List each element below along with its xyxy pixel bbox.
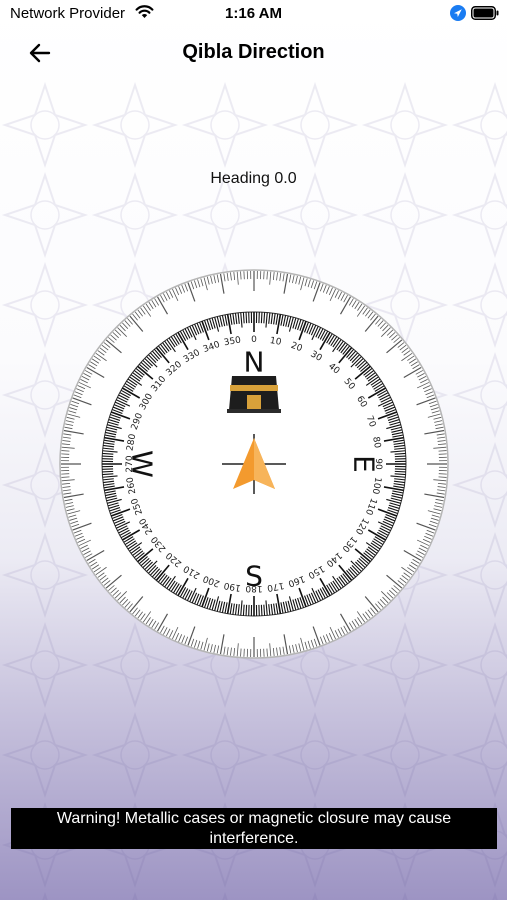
- tick-mark: [240, 271, 242, 280]
- cardinal-south: S: [245, 560, 263, 593]
- status-bar: Network Provider 1:16 AM: [0, 0, 507, 28]
- cardinal-east: E: [348, 455, 381, 473]
- tick-mark: [102, 470, 114, 473]
- tick-mark: [102, 452, 114, 455]
- navigation-bar: Qibla Direction: [0, 32, 507, 74]
- cardinal-west: W: [126, 450, 159, 478]
- tick-mark: [263, 312, 266, 324]
- battery-icon: [471, 6, 499, 20]
- degree-label: 10: [269, 336, 282, 348]
- tick-mark: [260, 312, 263, 324]
- tick-mark: [245, 604, 248, 616]
- cardinal-north: N: [244, 346, 265, 379]
- location-arrow-icon: [450, 5, 466, 21]
- tick-mark: [394, 470, 406, 473]
- tick-mark: [240, 648, 242, 657]
- tick-mark: [102, 473, 114, 476]
- qibla-compass: 0 10 2030405060708090100110120130140150160…: [59, 269, 449, 659]
- tick-mark: [102, 455, 114, 458]
- kaaba-icon: [227, 376, 281, 413]
- tick-mark: [61, 476, 70, 478]
- tick-mark: [263, 604, 266, 616]
- tick-mark: [438, 476, 447, 478]
- interference-warning: Warning! Metallic cases or magnetic clos…: [11, 808, 497, 849]
- tick-mark: [61, 450, 70, 452]
- arrow-left-icon: [29, 43, 51, 63]
- tick-mark: [260, 604, 263, 616]
- tick-mark: [245, 312, 248, 324]
- tick-mark: [266, 648, 268, 657]
- page-title: Qibla Direction: [182, 41, 325, 63]
- back-button[interactable]: [24, 40, 56, 66]
- tick-mark: [394, 452, 406, 455]
- tick-mark: [242, 604, 245, 616]
- tick-mark: [438, 450, 447, 452]
- status-time: 1:16 AM: [225, 5, 282, 22]
- tick-mark: [242, 312, 245, 324]
- heading-readout: Heading 0.0: [210, 170, 297, 187]
- tick-mark: [394, 473, 406, 476]
- degree-label: 0: [251, 335, 257, 345]
- degree-label: 80: [370, 436, 382, 449]
- tick-mark: [266, 271, 268, 280]
- tick-mark: [394, 455, 406, 458]
